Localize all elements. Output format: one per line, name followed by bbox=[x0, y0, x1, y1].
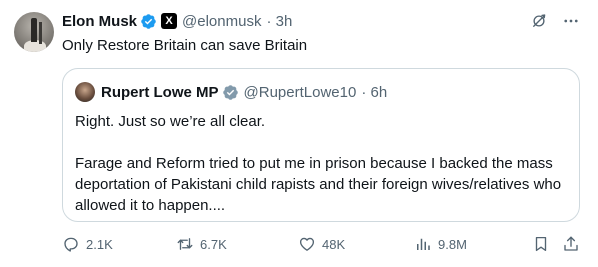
like-icon bbox=[299, 237, 315, 251]
quoted-tweet-text: Right. Just so we’re all clear. Farage a… bbox=[75, 111, 569, 237]
tweet[interactable]: Elon Musk X @elonmusk · 3h Only Restore … bbox=[0, 0, 598, 267]
quoted-author-avatar[interactable] bbox=[75, 82, 95, 102]
avatar-rocket bbox=[31, 18, 37, 42]
quoted-author-name: Rupert Lowe MP bbox=[101, 83, 219, 101]
views-icon bbox=[417, 238, 430, 250]
quoted-paragraph: Farage and Reform tried to put me in pri… bbox=[75, 155, 562, 214]
repost-icon bbox=[177, 238, 193, 250]
author-handle[interactable]: @elonmusk bbox=[182, 13, 261, 30]
views-button[interactable]: 9.8M bbox=[414, 235, 467, 253]
action-bar: 2.1K 6.7K 48K 9.8M bbox=[62, 234, 584, 254]
quoted-paragraph: Right. Just so we’re all clear. bbox=[75, 113, 266, 130]
reply-count: 2.1K bbox=[86, 236, 113, 252]
views-count: 9.8M bbox=[438, 236, 467, 252]
reply-icon bbox=[64, 237, 78, 252]
quoted-tweet[interactable]: Rupert Lowe MP @RupertLowe10 · 6h Right.… bbox=[62, 68, 580, 222]
more-icon[interactable] bbox=[562, 12, 580, 30]
bookmark-icon bbox=[535, 236, 547, 252]
repost-count: 6.7K bbox=[200, 236, 227, 252]
top-actions bbox=[530, 12, 580, 30]
quoted-tweet-header: Rupert Lowe MP @RupertLowe10 · 6h bbox=[101, 82, 387, 102]
verified-badge-icon bbox=[141, 13, 156, 29]
share-button[interactable] bbox=[562, 235, 586, 253]
x-logo-icon: X bbox=[161, 13, 178, 29]
like-button[interactable]: 48K bbox=[298, 235, 345, 253]
grok-icon[interactable] bbox=[530, 12, 548, 30]
bookmark-button[interactable] bbox=[532, 235, 556, 253]
quoted-author-handle: @RupertLowe10 bbox=[243, 83, 357, 101]
share-icon bbox=[564, 236, 578, 251]
tweet-header: Elon Musk X @elonmusk · 3h bbox=[62, 11, 292, 31]
quoted-post-time: · 6h bbox=[361, 83, 388, 101]
tweet-text: Only Restore Britain can save Britain bbox=[62, 37, 308, 54]
author-name[interactable]: Elon Musk bbox=[62, 13, 137, 30]
post-time[interactable]: · 3h bbox=[266, 13, 292, 30]
reply-button[interactable]: 2.1K bbox=[62, 235, 113, 253]
author-avatar[interactable] bbox=[14, 12, 54, 52]
like-count: 48K bbox=[322, 236, 346, 252]
verified-badge-icon bbox=[222, 84, 238, 100]
avatar-tower bbox=[39, 22, 42, 44]
repost-button[interactable]: 6.7K bbox=[176, 235, 227, 253]
